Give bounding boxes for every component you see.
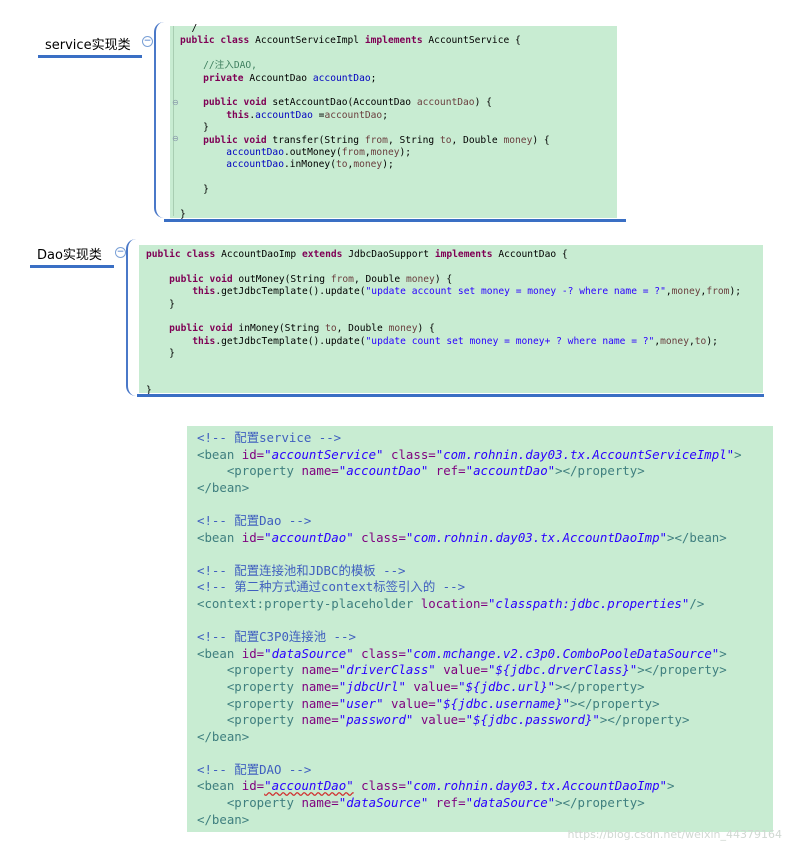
watermark: https://blog.csdn.net/weixin_44379164 bbox=[567, 828, 782, 841]
java-code-line: //注入DAO, bbox=[180, 60, 257, 72]
xml-code-line: </bean> bbox=[197, 811, 250, 827]
xml-code-line: <bean id="accountService" class="com.roh… bbox=[197, 446, 742, 462]
java-code-line bbox=[146, 373, 741, 385]
xml-code-line: <context:property-placeholder location="… bbox=[197, 595, 705, 611]
java-code-line: / bbox=[180, 23, 198, 34]
service-panel-underline bbox=[164, 219, 626, 222]
service-connector bbox=[154, 22, 166, 218]
xml-code-line bbox=[197, 745, 742, 762]
service-code-gutter bbox=[173, 26, 174, 216]
java-code-line: this.accountDao =accountDao; bbox=[226, 109, 388, 121]
java-code-line: } bbox=[180, 122, 209, 134]
java-code-line: public void transfer(String from, String… bbox=[203, 134, 550, 146]
java-code-line bbox=[180, 48, 550, 60]
xml-code-line: <!-- 第二种方式通过context标签引入的 --> bbox=[197, 579, 466, 595]
java-code-line bbox=[180, 172, 550, 184]
fold-marker-icon[interactable]: ⊖ bbox=[172, 98, 179, 107]
java-code-line: public void outMoney(String from, Double… bbox=[169, 273, 453, 285]
java-code-line: } bbox=[180, 184, 209, 196]
java-code-line: private AccountDao accountDao; bbox=[203, 72, 377, 84]
dao-collapse-icon[interactable]: − bbox=[115, 247, 126, 258]
dao-code-block: public class AccountDaoImp extends JdbcD… bbox=[146, 249, 741, 398]
xml-code-line: <!-- 配置Dao --> bbox=[197, 512, 312, 528]
dao-panel-underline bbox=[137, 394, 764, 397]
java-code-line bbox=[146, 311, 741, 323]
service-node-underline bbox=[38, 55, 142, 58]
java-code-line bbox=[146, 261, 741, 273]
service-collapse-icon[interactable]: − bbox=[142, 36, 153, 47]
xml-code-line: <!-- 配置连接池和JDBC的模板 --> bbox=[197, 562, 406, 578]
xml-code-line: <property name="accountDao" ref="account… bbox=[226, 463, 645, 479]
xml-code-line bbox=[197, 496, 742, 513]
java-code-line: public class AccountServiceImpl implemen… bbox=[180, 35, 521, 47]
java-code-line: public void inMoney(String to, Double mo… bbox=[169, 323, 435, 335]
java-code-line bbox=[180, 85, 550, 97]
xml-code-line: <!-- 配置DAO --> bbox=[197, 761, 312, 777]
xml-code-line bbox=[197, 613, 742, 630]
service-code-block: / public class AccountServiceImpl impleme… bbox=[180, 23, 550, 222]
dao-node-underline bbox=[30, 265, 114, 268]
java-code-line: } bbox=[146, 298, 175, 310]
java-code-line: this.getJdbcTemplate().update("update ac… bbox=[192, 286, 741, 298]
xml-code-line: </bean> bbox=[197, 728, 250, 744]
xml-code-line: <property name="dataSource" ref="dataSou… bbox=[226, 795, 645, 811]
java-code-line: } bbox=[146, 348, 175, 360]
xml-code-line: <bean id="accountDao" class="com.rohnin.… bbox=[197, 529, 727, 545]
xml-code-line: <bean id="dataSource" class="com.mchange… bbox=[197, 645, 727, 661]
dao-node-label[interactable]: Dao实现类 bbox=[37, 244, 102, 263]
service-node-label[interactable]: service实现类 bbox=[45, 34, 131, 53]
xml-code-line: <bean id="accountDao" class="com.rohnin.… bbox=[197, 778, 675, 794]
xml-code-line: <property name="jdbcUrl" value="${jdbc.u… bbox=[226, 678, 645, 694]
xml-code-line: <property name="user" value="${jdbc.user… bbox=[226, 695, 660, 711]
fold-marker-icon[interactable]: ⊖ bbox=[172, 134, 179, 143]
xml-code-line: </bean> bbox=[197, 479, 250, 495]
java-code-line bbox=[180, 197, 550, 209]
java-code-line bbox=[146, 361, 741, 373]
java-code-line: this.getJdbcTemplate().update("update co… bbox=[192, 335, 718, 347]
xml-code-line bbox=[197, 546, 742, 563]
java-code-line: public class AccountDaoImp extends JdbcD… bbox=[146, 249, 568, 260]
java-code-line: public void setAccountDao(AccountDao acc… bbox=[203, 97, 492, 109]
xml-code-block: <!-- 配置service --> <bean id="accountServi… bbox=[197, 430, 742, 828]
java-code-line: accountDao.outMoney(from,money); bbox=[226, 147, 412, 159]
java-code-line: accountDao.inMoney(to,money); bbox=[226, 159, 394, 171]
xml-code-line: <!-- 配置service --> bbox=[197, 430, 342, 445]
xml-code-line: <property name="driverClass" value="${jd… bbox=[226, 662, 727, 678]
xml-code-line: <!-- 配置C3P0连接池 --> bbox=[197, 629, 356, 645]
dao-connector bbox=[126, 239, 138, 396]
xml-code-line: <property name="password" value="${jdbc.… bbox=[226, 712, 690, 728]
